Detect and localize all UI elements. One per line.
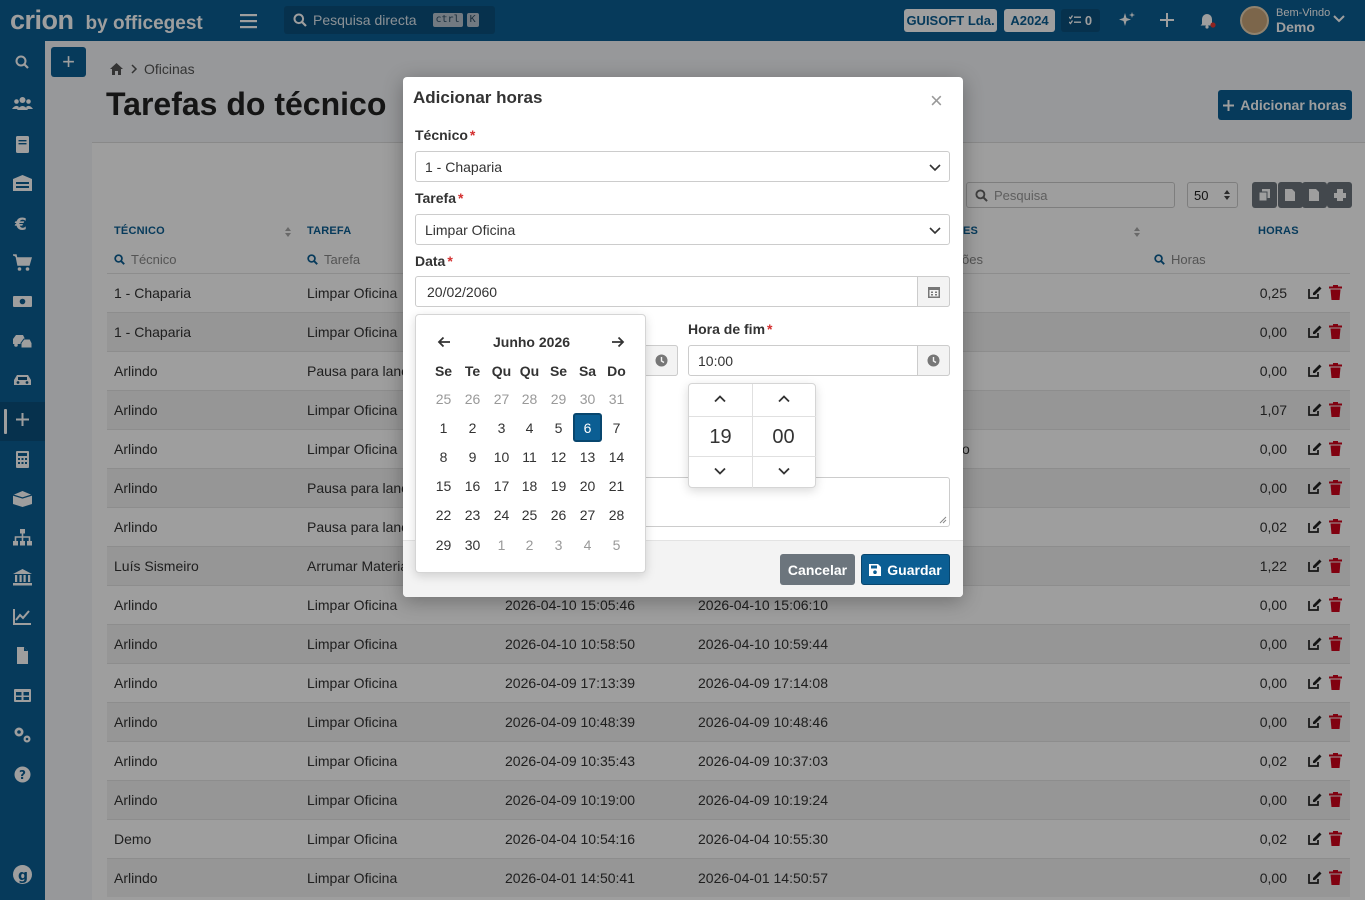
calendar-day[interactable]: 1 [429, 413, 458, 442]
hour-decrement-icon[interactable] [713, 464, 727, 478]
time-picker-divider [689, 456, 816, 457]
calendar-day[interactable]: 24 [487, 501, 516, 530]
calendar-day[interactable]: 3 [487, 413, 516, 442]
calendar-day[interactable]: 2 [458, 413, 487, 442]
hora-fim-label: Hora de fim * [688, 321, 772, 337]
resize-handle-icon[interactable] [939, 516, 947, 524]
hora-fim-label-text: Hora de fim [688, 321, 766, 337]
required-mark: * [457, 190, 464, 206]
tarefa-value: Limpar Oficina [425, 221, 516, 238]
calendar-day[interactable]: 11 [515, 442, 544, 471]
calendar-day[interactable]: 8 [429, 442, 458, 471]
minute-value[interactable]: 00 [752, 426, 815, 449]
tarefa-label: Tarefa * [415, 190, 463, 206]
calendar-day[interactable]: 29 [429, 530, 458, 559]
calendar-day[interactable]: 28 [602, 501, 631, 530]
calendar-day[interactable]: 2 [515, 530, 544, 559]
calendar-day[interactable]: 25 [515, 501, 544, 530]
tarefa-select[interactable]: Limpar Oficina [415, 214, 950, 245]
calendar-day[interactable]: 1 [487, 530, 516, 559]
calendar-day[interactable]: 7 [602, 413, 631, 442]
hora-fim-value: 10:00 [698, 352, 734, 369]
clock-button[interactable] [645, 345, 678, 376]
calendar-button[interactable] [917, 276, 950, 307]
weekday-label: Te [464, 363, 481, 379]
calendar-day[interactable]: 3 [544, 530, 573, 559]
hora-fim-input[interactable]: 10:00 [688, 345, 950, 376]
minute-increment-icon[interactable] [777, 392, 791, 406]
calendar-day[interactable]: 21 [602, 472, 631, 501]
calendar-day[interactable]: 25 [429, 384, 458, 413]
calendar-day[interactable]: 30 [573, 384, 602, 413]
calendar-day[interactable]: 26 [458, 384, 487, 413]
calendar-day[interactable]: 22 [429, 501, 458, 530]
weekday-label: Do [607, 363, 626, 379]
tarefa-label-text: Tarefa [415, 190, 456, 206]
time-picker-popup: 19 00 [688, 383, 816, 488]
calendar-day[interactable]: 14 [602, 442, 631, 471]
clock-icon [655, 354, 668, 367]
arrow-right-icon[interactable] [611, 335, 625, 349]
required-mark: * [767, 321, 773, 337]
calendar-day[interactable]: 13 [573, 442, 602, 471]
data-label-text: Data [415, 253, 446, 269]
data-value: 20/02/2060 [427, 283, 498, 300]
calendar-day[interactable]: 5 [544, 413, 573, 442]
tecnico-value: 1 - Chaparia [425, 158, 503, 175]
data-input[interactable]: 20/02/2060 [415, 276, 950, 307]
calendar-icon [927, 287, 940, 298]
required-mark: * [447, 253, 453, 269]
calendar-day[interactable]: 4 [573, 530, 602, 559]
calendar-day[interactable]: 30 [458, 530, 487, 559]
date-picker-popup: Junho 2026 Se Te Qu Qu Se Sa Do 25 26 27 28 29 30 31 1… [415, 314, 646, 573]
cancel-button[interactable]: Cancelar [780, 554, 855, 585]
calendar-day[interactable]: 15 [429, 472, 458, 501]
hour-increment-icon[interactable] [713, 392, 727, 406]
tecnico-select[interactable]: 1 - Chaparia [415, 151, 950, 182]
clock-icon [927, 354, 940, 367]
chevron-down-icon [929, 164, 941, 172]
data-label: Data * [415, 253, 453, 269]
weekday-label: Sa [578, 363, 597, 379]
save-button[interactable]: Guardar [861, 554, 950, 585]
weekday-label: Se [549, 363, 568, 379]
calendar-day[interactable]: 9 [458, 442, 487, 471]
calendar-day[interactable]: 18 [515, 472, 544, 501]
calendar-day[interactable]: 16 [458, 472, 487, 501]
minute-decrement-icon[interactable] [777, 464, 791, 478]
calendar-day[interactable]: 28 [515, 384, 544, 413]
save-icon [869, 563, 882, 576]
weekday-label: Se [434, 363, 453, 379]
tecnico-label-text: Técnico [415, 127, 468, 143]
close-icon[interactable]: × [930, 90, 943, 112]
chevron-down-icon [929, 227, 941, 235]
hour-value[interactable]: 19 [689, 426, 752, 449]
tecnico-label: Técnico * [415, 127, 475, 143]
calendar-day[interactable]: 20 [573, 472, 602, 501]
save-label: Guardar [887, 561, 942, 578]
weekday-label: Qu [491, 363, 512, 379]
calendar-day[interactable]: 27 [487, 384, 516, 413]
modal-title: Adicionar horas [413, 88, 543, 107]
calendar-day[interactable]: 23 [458, 501, 487, 530]
calendar-day[interactable]: 17 [487, 472, 516, 501]
calendar-day-selected[interactable]: 6 [573, 413, 602, 443]
calendar-day[interactable]: 27 [573, 501, 602, 530]
calendar-day[interactable]: 29 [544, 384, 573, 413]
time-picker-divider [689, 416, 816, 417]
calendar-day[interactable]: 10 [487, 442, 516, 471]
calendar-day[interactable]: 26 [544, 501, 573, 530]
required-mark: * [469, 127, 476, 143]
calendar-day[interactable]: 5 [602, 530, 631, 559]
calendar-day[interactable]: 12 [544, 442, 573, 471]
weekday-label: Qu [519, 363, 540, 379]
clock-button[interactable] [917, 345, 950, 376]
calendar-day[interactable]: 4 [515, 413, 544, 442]
calendar-day[interactable]: 19 [544, 472, 573, 501]
calendar-day[interactable]: 31 [602, 384, 631, 413]
